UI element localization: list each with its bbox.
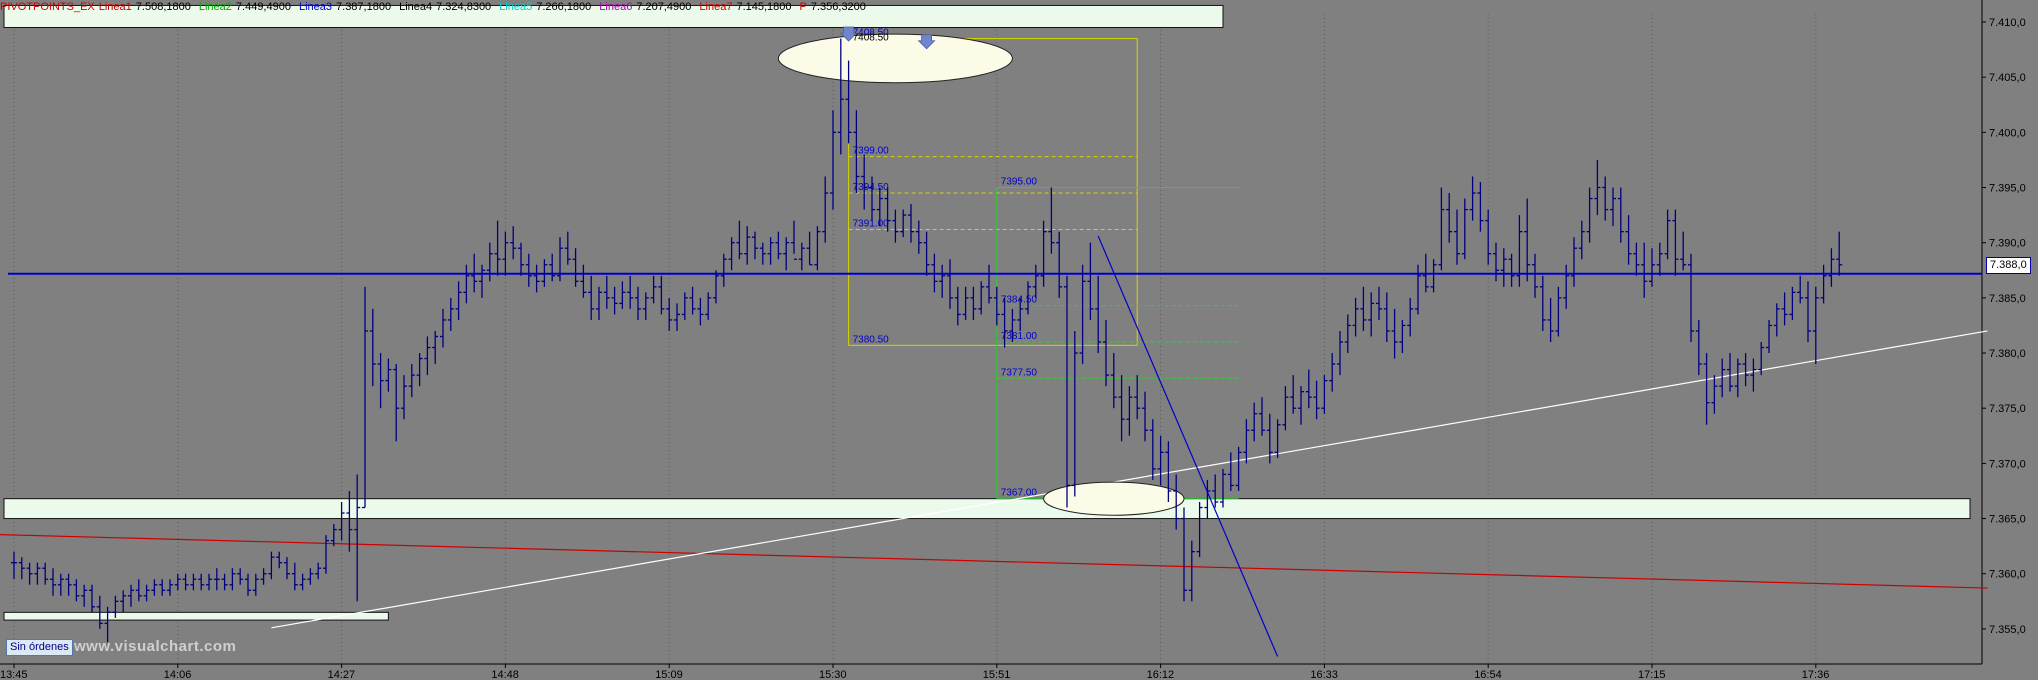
green-level-label: 7377.50 [1001,367,1038,378]
x-tick-label: 13:45 [0,669,28,680]
y-tick-label: 7.370,0 [1989,458,2026,470]
y-tick-label: 7.380,0 [1989,348,2026,360]
y-tick-label: 7.410,0 [1989,17,2026,29]
chart-window: 7408.50 7399.00 7394.50 7391.00 7380.50 7395.… [0,0,2038,680]
legend-item-name: Linea5 [499,1,533,13]
green-level-label: 7381.00 [1001,331,1038,342]
x-tick-label: 14:48 [491,669,519,680]
y-tick-label: 7.375,0 [1989,403,2026,415]
green-level-label: 7367.00 [1001,488,1038,499]
x-tick-label: 17:15 [1638,669,1666,680]
bottom-ellipse [1043,481,1185,516]
y-tick-label: 7.355,0 [1989,624,2026,636]
plot-area [0,14,1982,664]
x-tick-label: 16:12 [1147,669,1175,680]
legend-item-value: 7.324,8300 [436,1,492,13]
x-tick-label: 15:09 [655,669,683,680]
fibonacci-level-label: 7391.00 [853,218,890,229]
y-tick-label: 7.360,0 [1989,569,2026,581]
y-tick-label: 7.365,0 [1989,514,2026,526]
last-price-label: 7.388,0 [1986,256,2031,274]
legend-item-value: 7.449,4900 [235,1,291,13]
legend-item-name: Linea3 [298,1,333,13]
indicator-legend: PIVOTPOINTS_EX Linea1 7.508,1800 Linea2 7.44… [0,0,1960,14]
x-tick-label: 14:27 [328,669,356,680]
time-axis [0,664,2038,680]
legend-item-value: 7.207,4900 [636,1,692,13]
legend-item-value: 7.266,1800 [536,1,592,13]
legend-item-value: 7.387,1800 [336,1,392,13]
x-tick-label: 14:06 [164,669,192,680]
watermark-text: www.visualchart.com [74,638,237,655]
fibonacci-top-label: 7408.50 [853,33,890,44]
y-tick-label: 7.385,0 [1989,293,2026,305]
fibonacci-level-label: 7380.50 [853,334,890,345]
no-orders-button[interactable]: Sin órdenes [6,639,73,656]
x-tick-label: 15:51 [983,669,1011,680]
price-chart[interactable]: 7408.507399.007394.507391.007380.507395.… [0,0,2038,680]
x-tick-label: 16:54 [1474,669,1502,680]
green-level-label: 7384.50 [1001,295,1038,306]
legend-item-name: Linea1 [98,1,132,13]
bottom-zone [3,611,389,621]
fibonacci-level-label: 7399.00 [853,146,890,157]
top-ellipse [777,33,1013,84]
legend-item-value: 7.356,3200 [810,1,866,13]
green-level-label: 7395.00 [1001,177,1038,188]
x-tick-label: 17:36 [1802,669,1830,680]
x-tick-label: 15:30 [819,669,847,680]
legend-item-name: PIVOTPOINTS_EX [0,1,95,13]
y-tick-label: 7.395,0 [1989,183,2026,195]
legend-item-value: 7.508,1800 [135,1,191,13]
y-tick-label: 7.405,0 [1989,72,2026,84]
legend-item-name: Linea4 [399,1,433,13]
legend-item-name: Linea7 [699,1,733,13]
legend-item-name: Linea6 [599,1,633,13]
mid-zone [3,498,1971,520]
legend-item-name: Linea2 [198,1,232,13]
legend-item-name: P [799,1,807,13]
legend-item-value: 7.145,1800 [736,1,792,13]
y-tick-label: 7.390,0 [1989,238,2026,250]
x-tick-label: 16:33 [1310,669,1338,680]
y-tick-label: 7.400,0 [1989,127,2026,139]
